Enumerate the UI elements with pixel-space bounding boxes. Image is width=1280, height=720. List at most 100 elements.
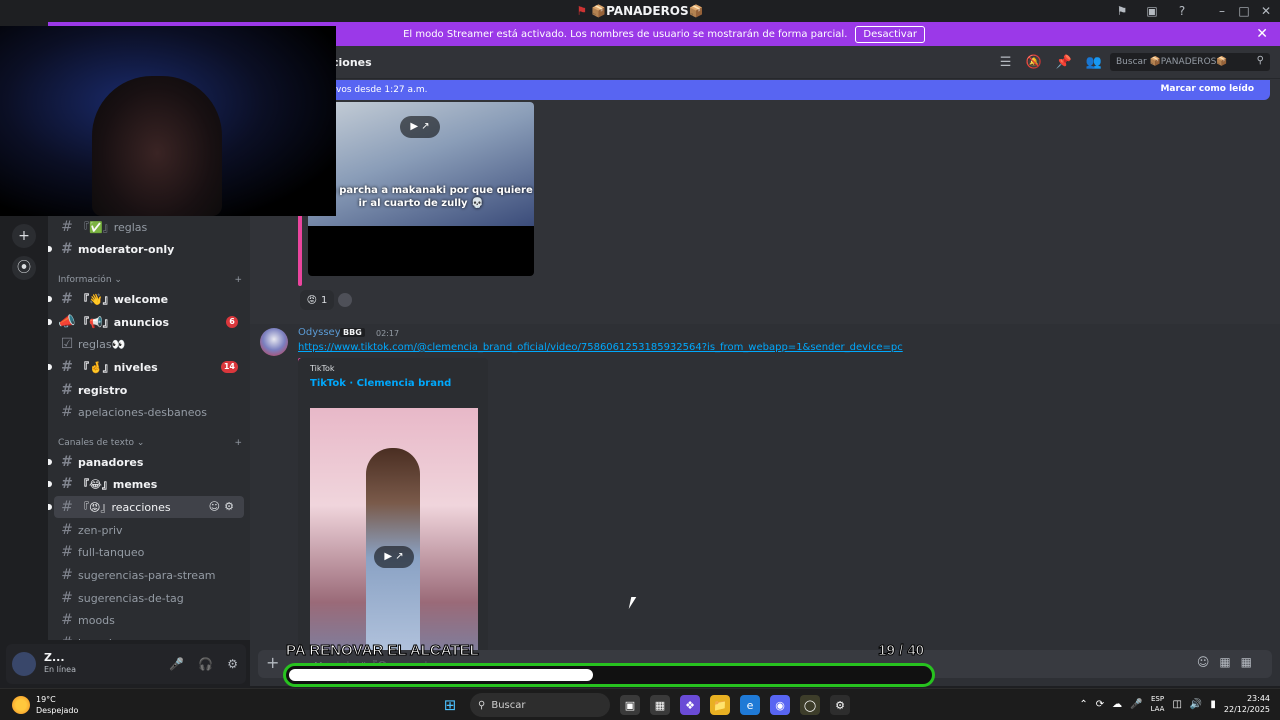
unread-dot xyxy=(48,504,52,510)
clan-tag-badge[interactable]: BBG xyxy=(340,328,365,337)
new-messages-bar[interactable]: vos desde 1:27 a.m. Marcar como leído xyxy=(330,80,1270,100)
channel-reglas-rules[interactable]: ☑ reglas👀 xyxy=(54,333,244,355)
headphones-icon[interactable]: 🎧 xyxy=(198,657,213,671)
attach-plus-icon[interactable]: + xyxy=(266,653,279,672)
channel-sugerencias-tag[interactable]: # sugerencias-de-tag xyxy=(54,587,244,609)
task-view-icon[interactable]: ▣ xyxy=(620,695,640,715)
channel-memes[interactable]: # 『😂』memes xyxy=(48,473,244,495)
settings-gear-icon[interactable]: ⚙ xyxy=(227,657,238,671)
channel-moods[interactable]: # moods xyxy=(54,609,244,631)
chat-area: ciones ☰ 🔕 📌 👥 Buscar 📦PANADEROS📦 ⚲ vos … xyxy=(250,46,1280,686)
disable-streamer-button[interactable]: Desactivar xyxy=(855,25,925,43)
inbox-icon[interactable]: ▣ xyxy=(1144,3,1160,19)
hash-icon: # xyxy=(61,291,73,307)
goal-progress-bar xyxy=(283,663,935,687)
obs-icon[interactable]: ◯ xyxy=(800,695,820,715)
channel-welcome[interactable]: # 『👋』welcome xyxy=(48,288,244,310)
threads-icon[interactable]: ☰ xyxy=(1000,55,1012,70)
unread-dot xyxy=(48,296,52,302)
store-icon[interactable]: ▦ xyxy=(650,695,670,715)
hash-icon: # xyxy=(61,590,73,606)
unread-dot xyxy=(48,246,52,252)
link-embed: TikTok TikTok · Clemencia brand ▶ ↗ xyxy=(298,358,488,686)
copilot-icon[interactable]: ❖ xyxy=(680,695,700,715)
channel-anuncios[interactable]: 📣 『📢』anuncios 6 xyxy=(48,311,244,333)
minimize-icon[interactable]: – xyxy=(1214,3,1230,19)
hash-icon: # xyxy=(61,359,73,375)
notifications-muted-icon[interactable]: 🔕 xyxy=(1025,55,1041,70)
pin-icon[interactable]: 📌 xyxy=(1056,55,1072,70)
show-hidden-icons[interactable]: ⌃ xyxy=(1079,699,1087,710)
webcam-overlay xyxy=(0,26,336,216)
channel-zen-priv[interactable]: # zen-priv xyxy=(54,519,244,541)
search-icon: ⚲ xyxy=(1256,55,1264,66)
channel-moderator-only[interactable]: # moderator-only xyxy=(48,238,244,260)
onedrive-icon[interactable]: ☁ xyxy=(1112,699,1122,710)
inbox-flag-icon[interactable]: ⚑ xyxy=(1114,3,1130,19)
server-flag-icon: ⚑ xyxy=(576,4,588,18)
goal-count: 19 / 40 xyxy=(878,642,925,660)
channel-full-tanqueo[interactable]: # full-tanqueo xyxy=(54,541,244,563)
hash-icon: # xyxy=(61,454,73,470)
add-channel-icon[interactable]: + xyxy=(234,275,242,285)
mention-badge: 6 xyxy=(226,316,238,328)
goal-progress-fill xyxy=(289,669,593,681)
avatar[interactable] xyxy=(260,328,288,356)
channel-apelaciones[interactable]: # apelaciones-desbaneos xyxy=(54,401,244,423)
channel-sugerencias-stream[interactable]: # sugerencias-para-stream xyxy=(54,564,244,586)
avatar[interactable] xyxy=(12,652,36,676)
taskbar-search[interactable]: ⚲ Buscar xyxy=(470,693,610,717)
channel-niveles[interactable]: # 『🤞』niveles 14 xyxy=(48,356,244,378)
mic-tray-icon[interactable]: 🎤 xyxy=(1130,699,1142,710)
message-timestamp: 02:17 xyxy=(376,329,400,338)
category-informacion[interactable]: Información ⌄ + xyxy=(58,275,242,285)
username: Z... xyxy=(44,651,65,664)
weather-sun-icon xyxy=(12,696,30,714)
start-windows-icon[interactable]: ⊞ xyxy=(440,695,460,715)
channel-reglas[interactable]: # 『✅』reglas xyxy=(54,216,244,238)
add-channel-icon[interactable]: + xyxy=(234,438,242,448)
message-author[interactable]: Odyssey xyxy=(298,327,341,338)
window-title: ⚑ 📦PANADEROS📦 xyxy=(576,4,704,18)
category-canales-texto[interactable]: Canales de texto ⌄ + xyxy=(58,438,242,448)
channel-reacciones[interactable]: # 『😡』reacciones ☺⚙ xyxy=(48,496,244,518)
weather-widget[interactable]: 19°C Despejado xyxy=(12,694,78,716)
sync-icon[interactable]: ⟳ xyxy=(1096,699,1104,710)
hash-icon: # xyxy=(61,499,73,515)
hash-icon: # xyxy=(61,241,73,257)
maximize-icon[interactable]: □ xyxy=(1236,3,1252,19)
edge-browser-icon[interactable]: e xyxy=(740,695,760,715)
language-indicator[interactable]: ESP LAA xyxy=(1151,694,1165,714)
app-icon[interactable]: ⚙ xyxy=(830,695,850,715)
mention-badge: 14 xyxy=(220,361,238,373)
channel-settings-icons[interactable]: ☺⚙ xyxy=(209,500,238,513)
embed-title[interactable]: TikTok · Clemencia brand xyxy=(310,378,451,389)
play-icon[interactable]: ▶ ↗ xyxy=(374,546,414,568)
clock[interactable]: 23:44 22/12/2025 xyxy=(1224,693,1270,715)
search-input[interactable]: Buscar 📦PANADEROS📦 ⚲ xyxy=(1110,53,1270,71)
play-icon[interactable]: ▶ ↗ xyxy=(400,116,440,138)
network-icon[interactable]: ◫ xyxy=(1172,699,1181,710)
volume-icon[interactable]: 🔊 xyxy=(1190,699,1202,710)
channel-panadores[interactable]: # panadores xyxy=(48,451,244,473)
hash-icon: # xyxy=(61,612,73,628)
close-banner-icon[interactable]: ✕ xyxy=(1256,26,1268,42)
tiktok-link[interactable]: https://www.tiktok.com/@clemencia_brand_… xyxy=(298,342,903,353)
help-icon[interactable]: ? xyxy=(1174,3,1190,19)
reaction-pill[interactable]: 😡 1 xyxy=(300,290,334,310)
channel-karaoke[interactable]: # karaoke xyxy=(54,632,244,640)
add-server-icon[interactable]: + xyxy=(12,224,36,248)
explore-servers-icon[interactable]: ⦿ xyxy=(12,256,36,280)
user-status: En línea xyxy=(44,665,77,674)
file-explorer-icon[interactable]: 📁 xyxy=(710,695,730,715)
discord-app-icon[interactable]: ◉ xyxy=(770,695,790,715)
microphone-icon[interactable]: 🎤 xyxy=(169,657,184,671)
composer-tools-icons[interactable]: ☺▦▦ xyxy=(1197,655,1262,669)
add-reaction-icon[interactable] xyxy=(338,293,352,307)
video-thumbnail[interactable]: ▶ ↗ acha parcha a makanaki por que quier… xyxy=(308,102,534,276)
battery-icon[interactable]: ▮ xyxy=(1210,699,1216,710)
channel-registro[interactable]: # registro xyxy=(54,379,244,401)
close-window-icon[interactable]: ✕ xyxy=(1258,3,1274,19)
members-icon[interactable]: 👥 xyxy=(1086,55,1102,70)
mark-as-read-button[interactable]: Marcar como leído xyxy=(1160,84,1254,94)
